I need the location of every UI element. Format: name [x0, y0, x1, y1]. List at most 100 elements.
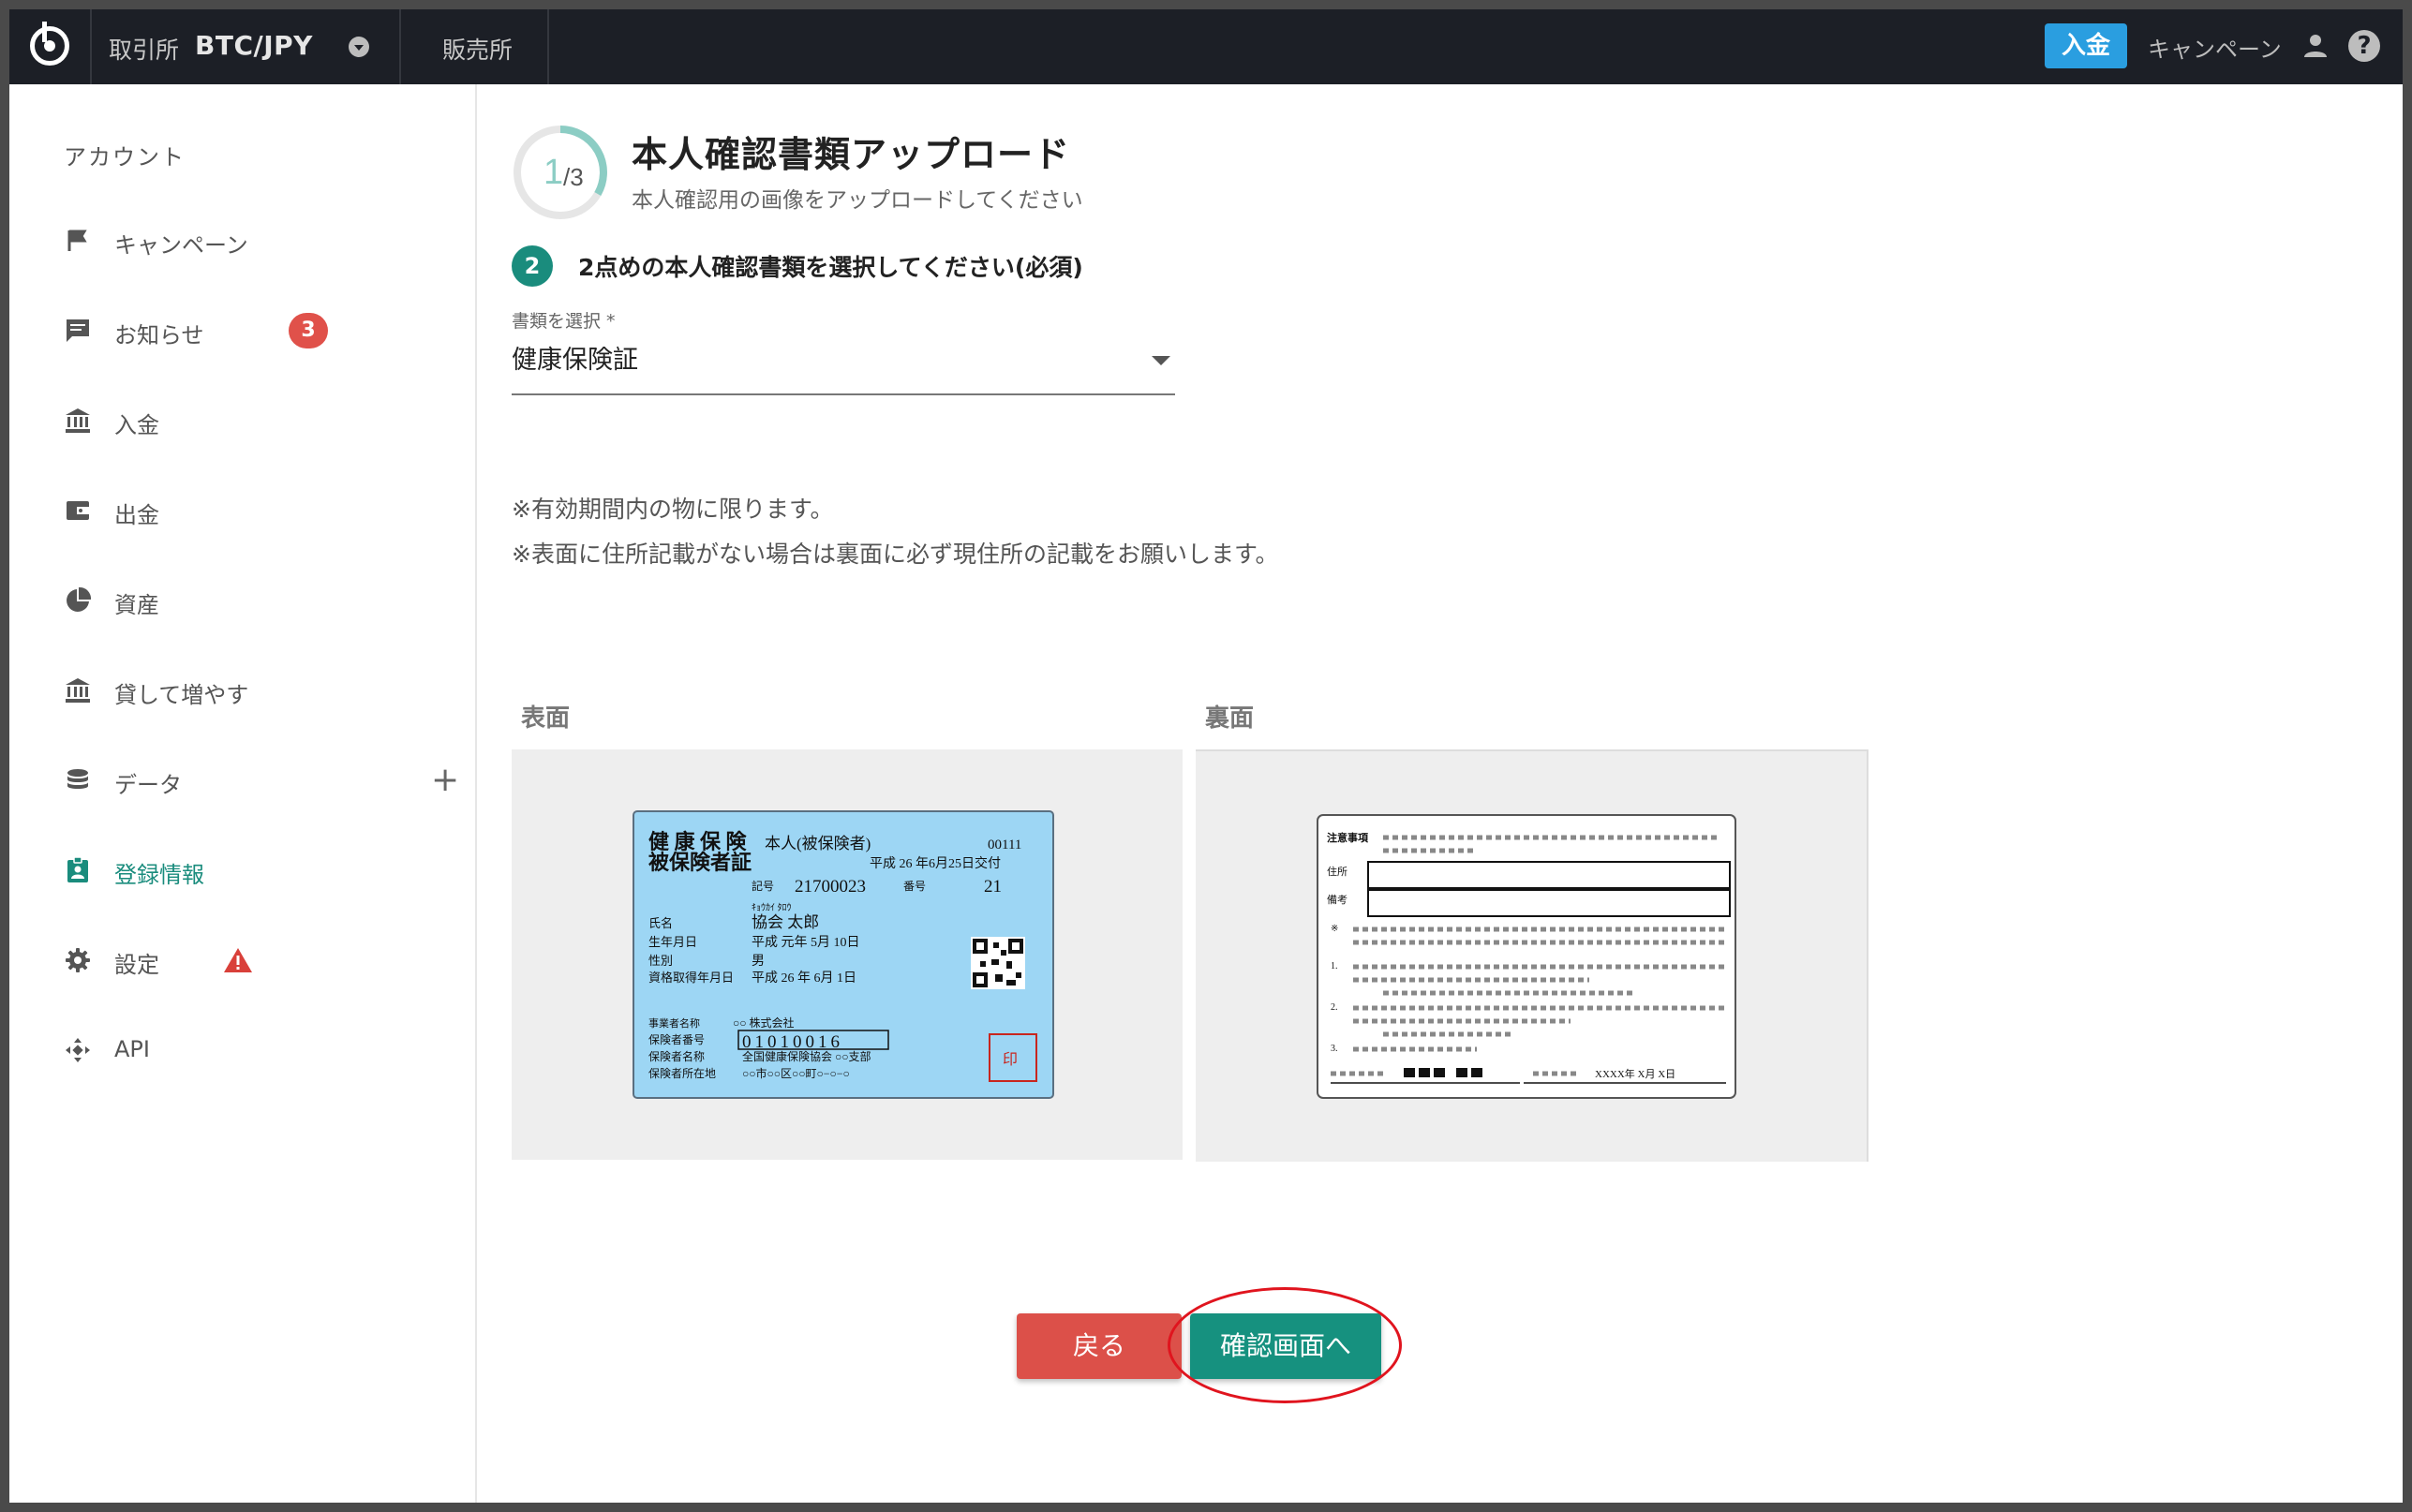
warning-icon — [224, 948, 252, 972]
nav-divider — [90, 9, 92, 84]
sidebar-title: アカウント — [64, 144, 186, 170]
help-icon[interactable]: ? — [2348, 30, 2380, 62]
address-label: 住所 — [1327, 865, 1347, 878]
card-acq: 平成 26 年 6月 1日 — [752, 971, 856, 986]
card-biz: ○○ 株式会社 — [733, 1015, 795, 1030]
card-title-2: 被保険者証 — [648, 851, 752, 874]
card-acq-label: 資格取得年月日 — [648, 971, 734, 985]
deposit-button[interactable]: 入金 — [2045, 23, 2127, 68]
step-progress-ring: 1 /3 — [514, 126, 607, 219]
validity-note: ※有効期間内の物に限ります。 — [512, 496, 834, 523]
bank-icon — [66, 408, 90, 433]
card-kigo-label: 記号 — [752, 879, 774, 893]
card-bango: 21 — [984, 877, 1002, 897]
address-note: ※表面に住所記載がない場合は裏面に必ず現住所の記載をお願いします。 — [512, 541, 1279, 568]
page-title: 本人確認書類アップロード — [632, 134, 1071, 175]
insurance-card-back-sample: 注意事項 住所 備考 ※ 1. 2. 3. XXXX年 X月 X日 — [1317, 814, 1736, 1099]
top-nav-bar: 取引所 BTC/JPY 販売所 入金 キャンペーン ? — [9, 9, 2403, 84]
progress-current: 1 — [543, 153, 563, 192]
back-side-label: 裏面 — [1205, 704, 1255, 733]
mark-asterisk: ※ — [1331, 924, 1338, 934]
card-birth-label: 生年月日 — [648, 935, 697, 949]
message-icon — [67, 319, 89, 342]
sidebar-item-deposit[interactable]: 入金 — [64, 401, 457, 438]
select-value[interactable]: 健康保険証 — [512, 339, 638, 376]
sidebar: アカウント キャンペーン お知らせ 3 入金 出金 資産 貸して増やす データ … — [9, 84, 477, 1503]
bank-icon — [66, 678, 90, 703]
sidebar-item-label: お知らせ — [114, 322, 204, 348]
flag-icon — [67, 230, 87, 251]
sidebar-item-label: 登録情報 — [114, 862, 204, 888]
pair-selector[interactable]: BTC/JPY — [195, 30, 313, 61]
back-button[interactable]: 戻る — [1017, 1313, 1182, 1379]
sidebar-item-label: 設定 — [114, 952, 159, 978]
sidebar-item-settings[interactable]: 設定 — [64, 941, 457, 978]
card-furigana: ｷｮｳｶｲ ﾀﾛｳ — [752, 902, 792, 913]
date-field: XXXX年 X月 X日 — [1595, 1067, 1675, 1080]
sidebar-item-campaign[interactable]: キャンペーン — [64, 221, 457, 259]
front-image-upload[interactable]: 健 康 保 険 被保険者証 本人(被保険者) 00111 平成 26 年6月25… — [512, 749, 1183, 1160]
sidebar-item-assets[interactable]: 資産 — [64, 581, 457, 618]
sidebar-item-label: 貸して増やす — [114, 682, 249, 708]
dropdown-arrow-icon[interactable] — [1152, 356, 1170, 365]
card-birth: 平成 元年 5月 10日 — [752, 935, 860, 950]
sidebar-item-api[interactable]: API — [64, 1030, 457, 1068]
insurance-card-front-sample: 健 康 保 険 被保険者証 本人(被保険者) 00111 平成 26 年6月25… — [633, 810, 1054, 1099]
sidebar-item-notices[interactable]: お知らせ 3 — [64, 311, 457, 348]
card-insurer-name: 全国健康保険協会 ○○支部 — [742, 1049, 871, 1063]
store-link[interactable]: 販売所 — [442, 32, 513, 66]
sidebar-item-label: キャンペーン — [114, 232, 248, 259]
card-code: 00111 — [988, 838, 1021, 852]
item-3: 3. — [1331, 1044, 1338, 1054]
card-biz-label: 事業者名称 — [648, 1016, 700, 1030]
id-badge-icon — [67, 856, 88, 882]
sidebar-item-label: API — [114, 1036, 150, 1062]
card-bango-label: 番号 — [903, 880, 926, 893]
step-number-badge: 2 — [512, 245, 553, 287]
sidebar-item-label: データ — [114, 772, 182, 798]
item-2: 2. — [1331, 1002, 1338, 1013]
progress-total: /3 — [563, 163, 584, 191]
sidebar-item-label: 資産 — [114, 592, 159, 618]
api-icon — [66, 1038, 90, 1062]
sidebar-item-lending[interactable]: 貸して増やす — [64, 671, 457, 708]
expand-plus-icon[interactable]: + — [431, 761, 459, 799]
nav-divider — [547, 9, 549, 84]
select-underline — [512, 393, 1175, 395]
step-instruction: 2点めの本人確認書類を選択してください(必須) — [578, 254, 1083, 281]
card-insurer-addr: ○○市○○区○○町○−○−○ — [742, 1066, 850, 1080]
remarks-label: 備考 — [1327, 894, 1347, 906]
seal-stamp: 印 — [1003, 1051, 1018, 1068]
sidebar-item-label: 入金 — [114, 412, 159, 438]
app-window: 取引所 BTC/JPY 販売所 入金 キャンペーン ? アカウント キャンペーン — [9, 9, 2403, 1503]
notification-badge: 3 — [289, 313, 328, 348]
sidebar-item-data[interactable]: データ + — [64, 761, 459, 799]
card-sex-label: 性別 — [648, 954, 673, 968]
confirm-screen-button[interactable]: 確認画面へ — [1190, 1313, 1381, 1379]
gear-icon — [66, 948, 90, 972]
sidebar-item-withdraw[interactable]: 出金 — [64, 491, 457, 528]
user-icon[interactable] — [2301, 32, 2330, 60]
card-sex: 男 — [752, 955, 765, 969]
sidebar-item-label: 出金 — [114, 502, 159, 528]
pie-chart-icon — [67, 586, 92, 612]
select-label: 書類を選択 * — [512, 311, 616, 332]
card-name: 協会 太郎 — [752, 913, 819, 931]
chevron-down-icon[interactable] — [349, 37, 369, 57]
card-insurer-no: 01010016 — [742, 1032, 843, 1052]
card-insurer-name-label: 保険者名称 — [648, 1049, 705, 1063]
qr-code-icon — [971, 937, 1025, 989]
page-subtitle: 本人確認用の画像をアップロードしてください — [632, 188, 1083, 213]
back-image-upload[interactable]: 注意事項 住所 備考 ※ 1. 2. 3. XXXX年 X月 X日 — [1196, 749, 1869, 1162]
nav-divider — [399, 9, 401, 84]
sidebar-item-registration[interactable]: 登録情報 — [64, 851, 457, 888]
card-insurer-addr-label: 保険者所在地 — [648, 1067, 716, 1080]
notice-label: 注意事項 — [1327, 831, 1369, 844]
card-name-label: 氏名 — [648, 916, 673, 930]
brand-logo-icon[interactable] — [30, 22, 69, 66]
exchange-label[interactable]: 取引所 — [109, 32, 179, 66]
front-side-label: 表面 — [521, 704, 571, 733]
item-1: 1. — [1331, 961, 1338, 971]
card-issued: 平成 26 年6月25日交付 — [870, 855, 1001, 871]
campaign-link[interactable]: キャンペーン — [2148, 31, 2282, 64]
